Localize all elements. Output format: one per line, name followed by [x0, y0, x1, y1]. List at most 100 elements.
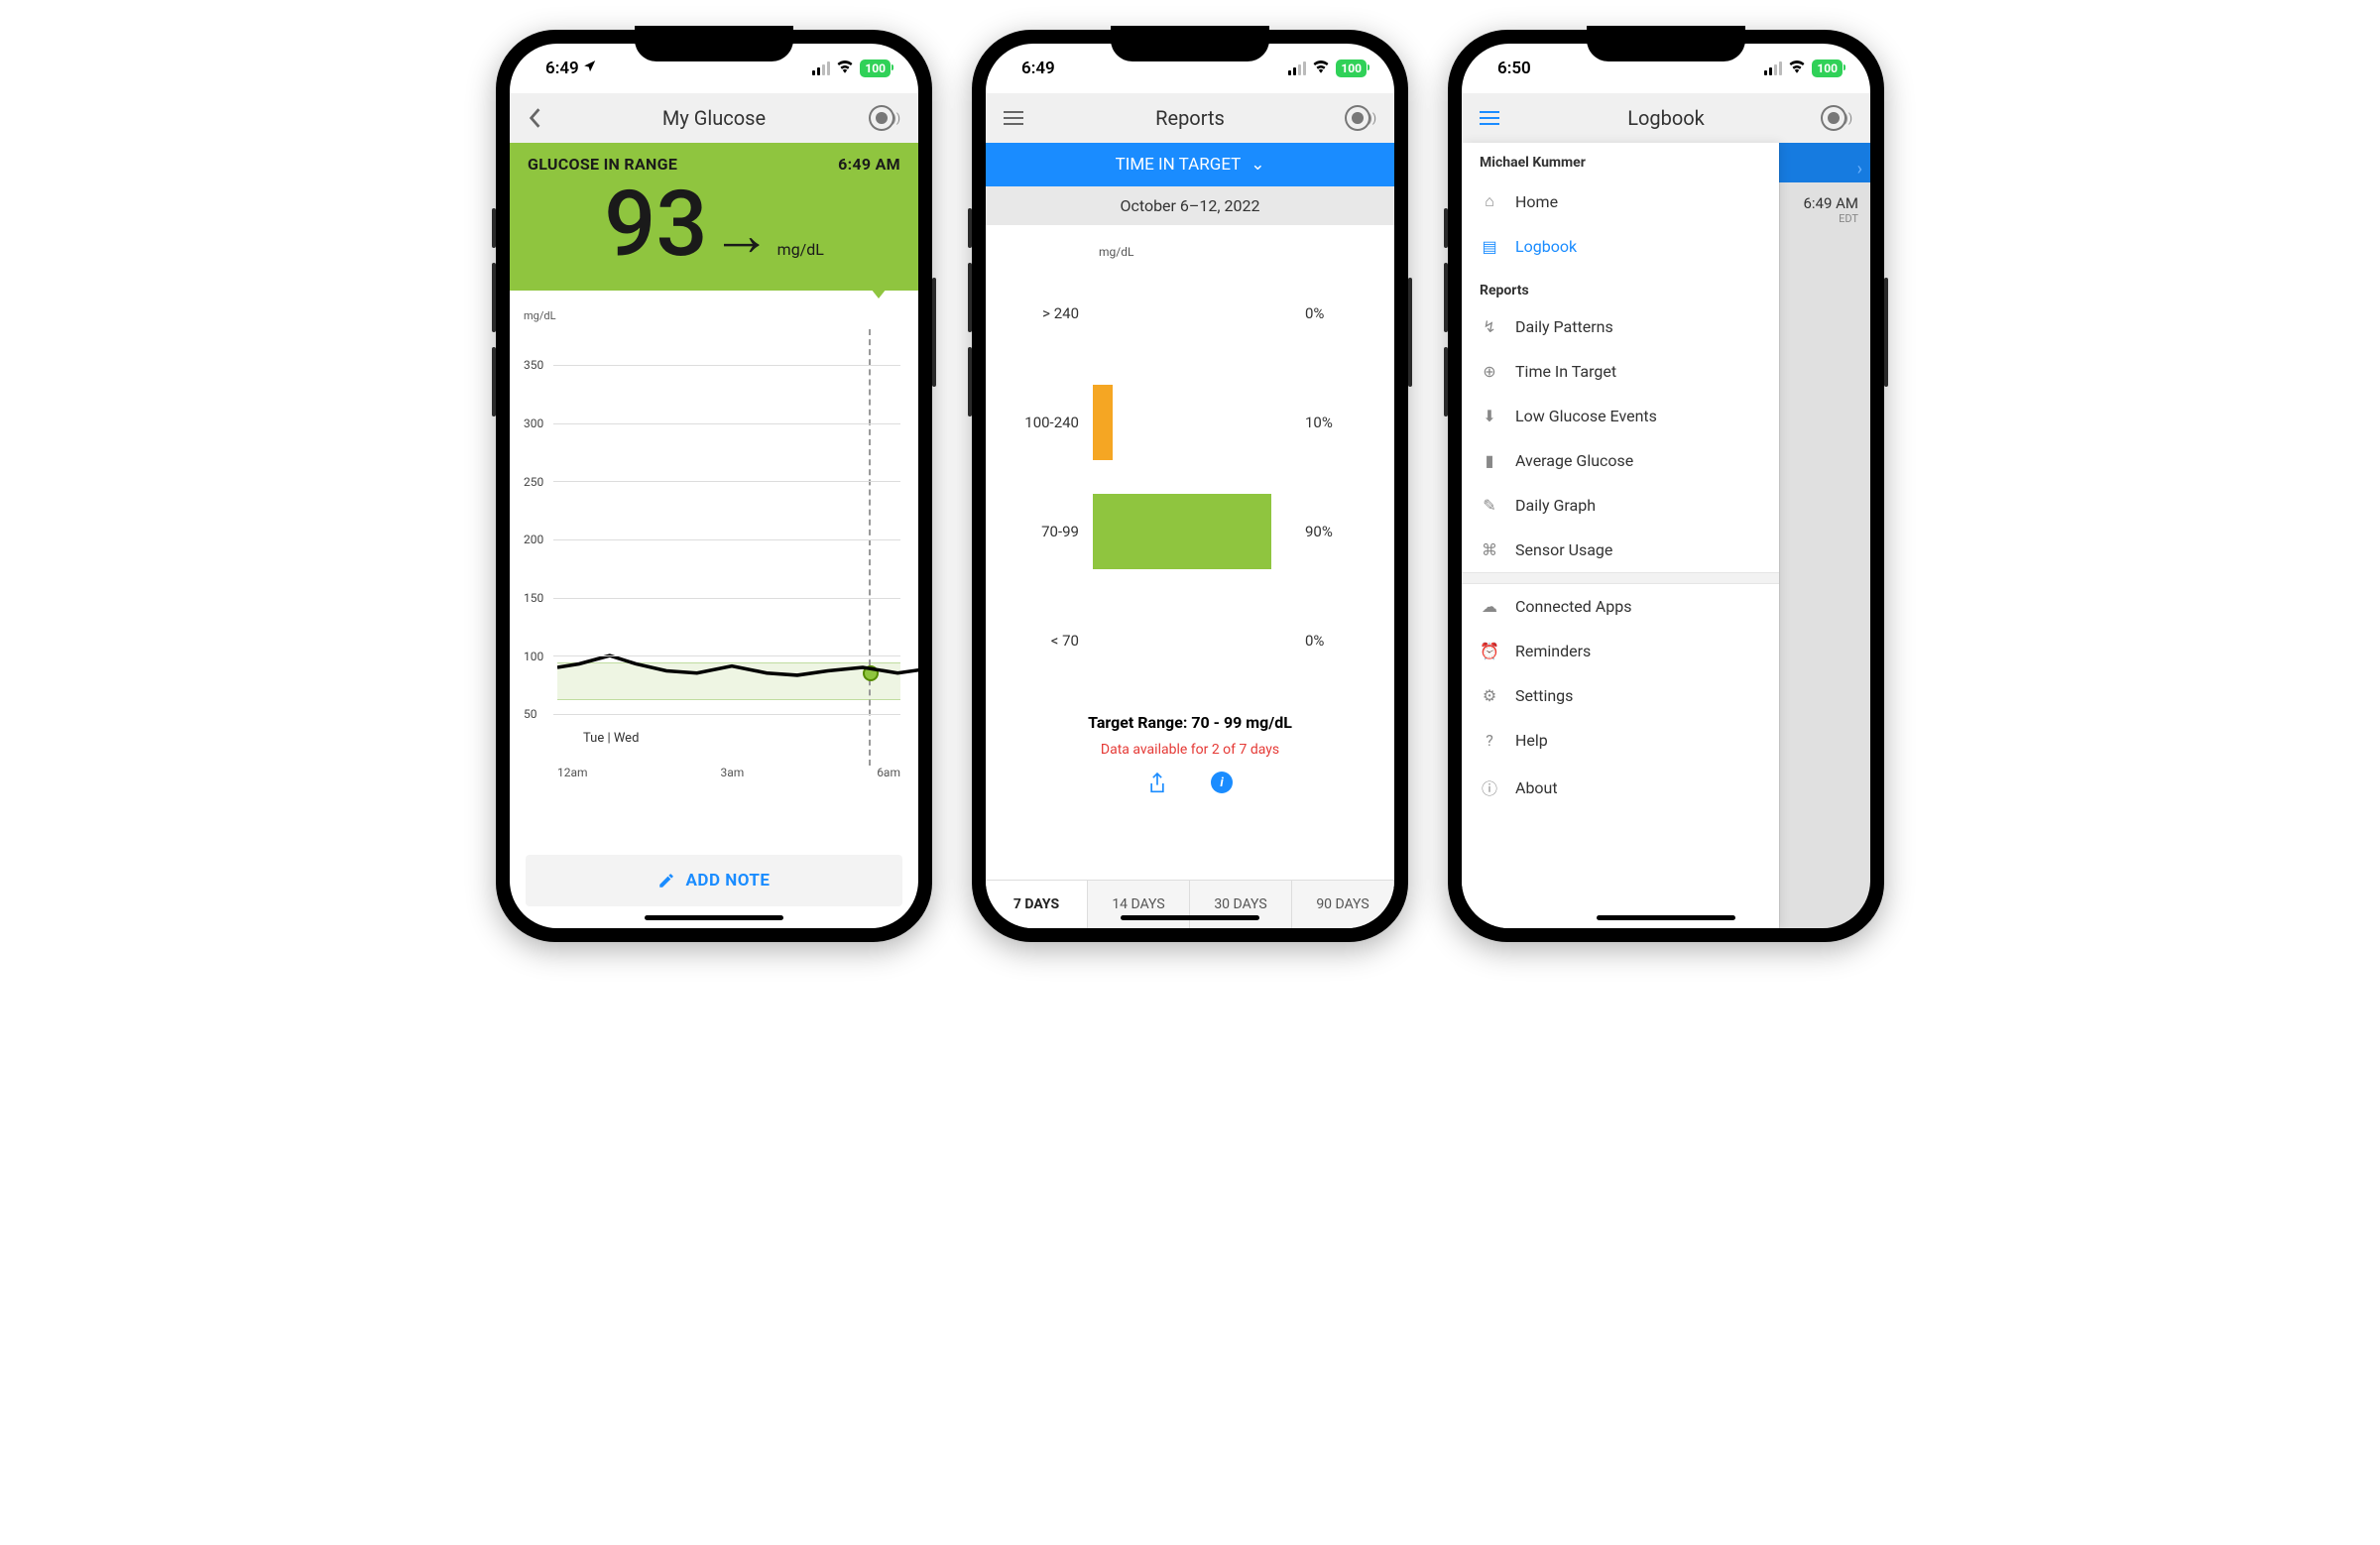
- low-icon: ⬇: [1480, 407, 1499, 425]
- cloud-icon: ☁: [1480, 597, 1499, 616]
- sensor-status-icon[interactable]: )): [869, 105, 900, 131]
- x-tick: 6am: [877, 766, 900, 779]
- report-type-dropdown[interactable]: TIME IN TARGET ⌄: [986, 143, 1394, 186]
- sensor-status-icon[interactable]: )): [1821, 105, 1852, 131]
- status-time: 6:50: [1497, 59, 1531, 78]
- drawer-item-label: Low Glucose Events: [1515, 407, 1657, 425]
- range-category: 70-99: [1010, 523, 1079, 540]
- status-bar: 6:49 100: [510, 44, 918, 93]
- about-icon: ⓘ: [1480, 775, 1499, 799]
- cell-signal-icon: [1288, 61, 1306, 75]
- home-indicator[interactable]: [645, 915, 783, 920]
- location-icon: [583, 59, 597, 78]
- menu-button[interactable]: [1004, 111, 1035, 125]
- drawer-item-label: Help: [1515, 731, 1548, 750]
- home-icon: ⌂: [1480, 191, 1499, 211]
- add-note-button[interactable]: ADD NOTE: [526, 855, 902, 906]
- y-tick: 150: [524, 591, 900, 605]
- drawer-item-help[interactable]: ? Help: [1462, 718, 1779, 763]
- range-category: > 240: [1010, 304, 1079, 322]
- days-tab-7days[interactable]: 7 DAYS: [986, 881, 1088, 928]
- clock-icon: ⏰: [1480, 642, 1499, 660]
- gear-icon: ⚙: [1480, 686, 1499, 705]
- time-in-target-chart: mg/dL > 240 0% 100-240 10% 70-99 90% < 7…: [986, 225, 1394, 866]
- days-tab-14days[interactable]: 14 DAYS: [1088, 881, 1190, 928]
- drawer-user-name: Michael Kummer: [1462, 143, 1779, 178]
- drawer-item-sensor-usage[interactable]: ⌘ Sensor Usage: [1462, 528, 1779, 572]
- phone-my-glucose: 6:49 100 My Glucose )) GLUCOSE IN RA: [496, 30, 932, 942]
- drawer-item-label: Daily Patterns: [1515, 317, 1613, 336]
- drawer-item-average-glucose[interactable]: ▮ Average Glucose: [1462, 438, 1779, 483]
- drawer-item-label: Connected Apps: [1515, 597, 1631, 616]
- status-time: 6:49: [545, 59, 579, 78]
- glucose-banner: GLUCOSE IN RANGE 6:49 AM 93 → mg/dL: [510, 143, 918, 291]
- share-button[interactable]: [1147, 772, 1167, 801]
- range-row: 70-99 90%: [1010, 477, 1370, 586]
- drawer-item-label: Daily Graph: [1515, 496, 1596, 515]
- range-percent: 0%: [1305, 304, 1324, 322]
- chart-day-label: Tue | Wed: [583, 731, 639, 746]
- status-bar: 6:50 100: [1462, 44, 1870, 93]
- log-entry-time: 6:49 AM EDT: [1803, 194, 1858, 225]
- menu-button[interactable]: [1480, 111, 1511, 125]
- drawer-item-time-in-target[interactable]: ⊕ Time In Target: [1462, 349, 1779, 394]
- drawer-item-label: Logbook: [1515, 237, 1577, 256]
- drawer-item-home[interactable]: ⌂ Home: [1462, 178, 1779, 224]
- chart-y-unit: mg/dL: [524, 309, 556, 322]
- drawer-item-label: Home: [1515, 192, 1558, 211]
- drawer-item-settings[interactable]: ⚙ Settings: [1462, 673, 1779, 718]
- drawer-item-daily-graph[interactable]: ✎ Daily Graph: [1462, 483, 1779, 528]
- y-tick: 300: [524, 416, 900, 430]
- home-indicator[interactable]: [1597, 915, 1735, 920]
- drawer-section-reports: Reports: [1462, 269, 1779, 304]
- glucose-timestamp: 6:49 AM: [838, 155, 900, 174]
- nav-bar: Logbook )): [1462, 93, 1870, 143]
- drawer-item-connected-apps[interactable]: ☁ Connected Apps: [1462, 584, 1779, 629]
- days-tab-90days[interactable]: 90 DAYS: [1292, 881, 1394, 928]
- info-button[interactable]: i: [1211, 772, 1233, 801]
- chevron-down-icon: ⌄: [1250, 155, 1264, 175]
- chart-y-unit: mg/dL: [1099, 245, 1370, 259]
- status-time: 6:49: [1021, 59, 1055, 78]
- home-indicator[interactable]: [1121, 915, 1259, 920]
- drawer-item-reminders[interactable]: ⏰ Reminders: [1462, 629, 1779, 673]
- drawer-item-label: Average Glucose: [1515, 451, 1633, 470]
- hamburger-icon: [1004, 111, 1023, 125]
- book-icon: ▤: [1480, 237, 1499, 256]
- y-tick: 100: [524, 650, 900, 663]
- page-title: My Glucose: [559, 106, 869, 130]
- range-percent: 10%: [1305, 414, 1333, 431]
- drawer-item-about[interactable]: ⓘ About: [1462, 763, 1779, 812]
- back-button[interactable]: [528, 107, 559, 129]
- drawer-item-low-glucose-events[interactable]: ⬇ Low Glucose Events: [1462, 394, 1779, 438]
- y-tick: 200: [524, 533, 900, 546]
- battery-icon: 100: [860, 59, 891, 77]
- data-availability-text: Data available for 2 of 7 days: [1010, 742, 1370, 758]
- y-tick: 50: [524, 707, 900, 721]
- sensor-status-icon[interactable]: )): [1345, 105, 1376, 131]
- date-range-label: October 6–12, 2022: [986, 186, 1394, 225]
- page-title: Logbook: [1511, 106, 1821, 130]
- nav-bar: Reports )): [986, 93, 1394, 143]
- glucose-reading-value: 93: [604, 179, 708, 271]
- drawer-item-logbook[interactable]: ▤ Logbook: [1462, 224, 1779, 269]
- range-percent: 0%: [1305, 632, 1324, 650]
- navigation-drawer: Michael Kummer ⌂ Home▤ Logbook Reports ↯…: [1462, 143, 1779, 928]
- add-note-label: ADD NOTE: [685, 871, 770, 891]
- drawer-item-daily-patterns[interactable]: ↯ Daily Patterns: [1462, 304, 1779, 349]
- y-tick: 250: [524, 475, 900, 489]
- nav-bar: My Glucose )): [510, 93, 918, 143]
- sensor-icon: ⌘: [1480, 540, 1499, 559]
- background-content[interactable]: [1779, 143, 1870, 928]
- battery-icon: 100: [1336, 59, 1367, 77]
- cell-signal-icon: [1764, 61, 1782, 75]
- days-tab-30days[interactable]: 30 DAYS: [1190, 881, 1292, 928]
- drawer-item-label: Settings: [1515, 686, 1573, 705]
- battery-icon: 100: [1812, 59, 1843, 77]
- target-icon: ⊕: [1480, 362, 1499, 381]
- pencil-icon: [657, 872, 675, 890]
- drawer-item-label: Sensor Usage: [1515, 540, 1612, 559]
- wifi-icon: [836, 59, 854, 78]
- range-category: < 70: [1010, 632, 1079, 650]
- glucose-chart[interactable]: mg/dL Tue | Wed 12am3am6am 3503002502001…: [510, 291, 918, 831]
